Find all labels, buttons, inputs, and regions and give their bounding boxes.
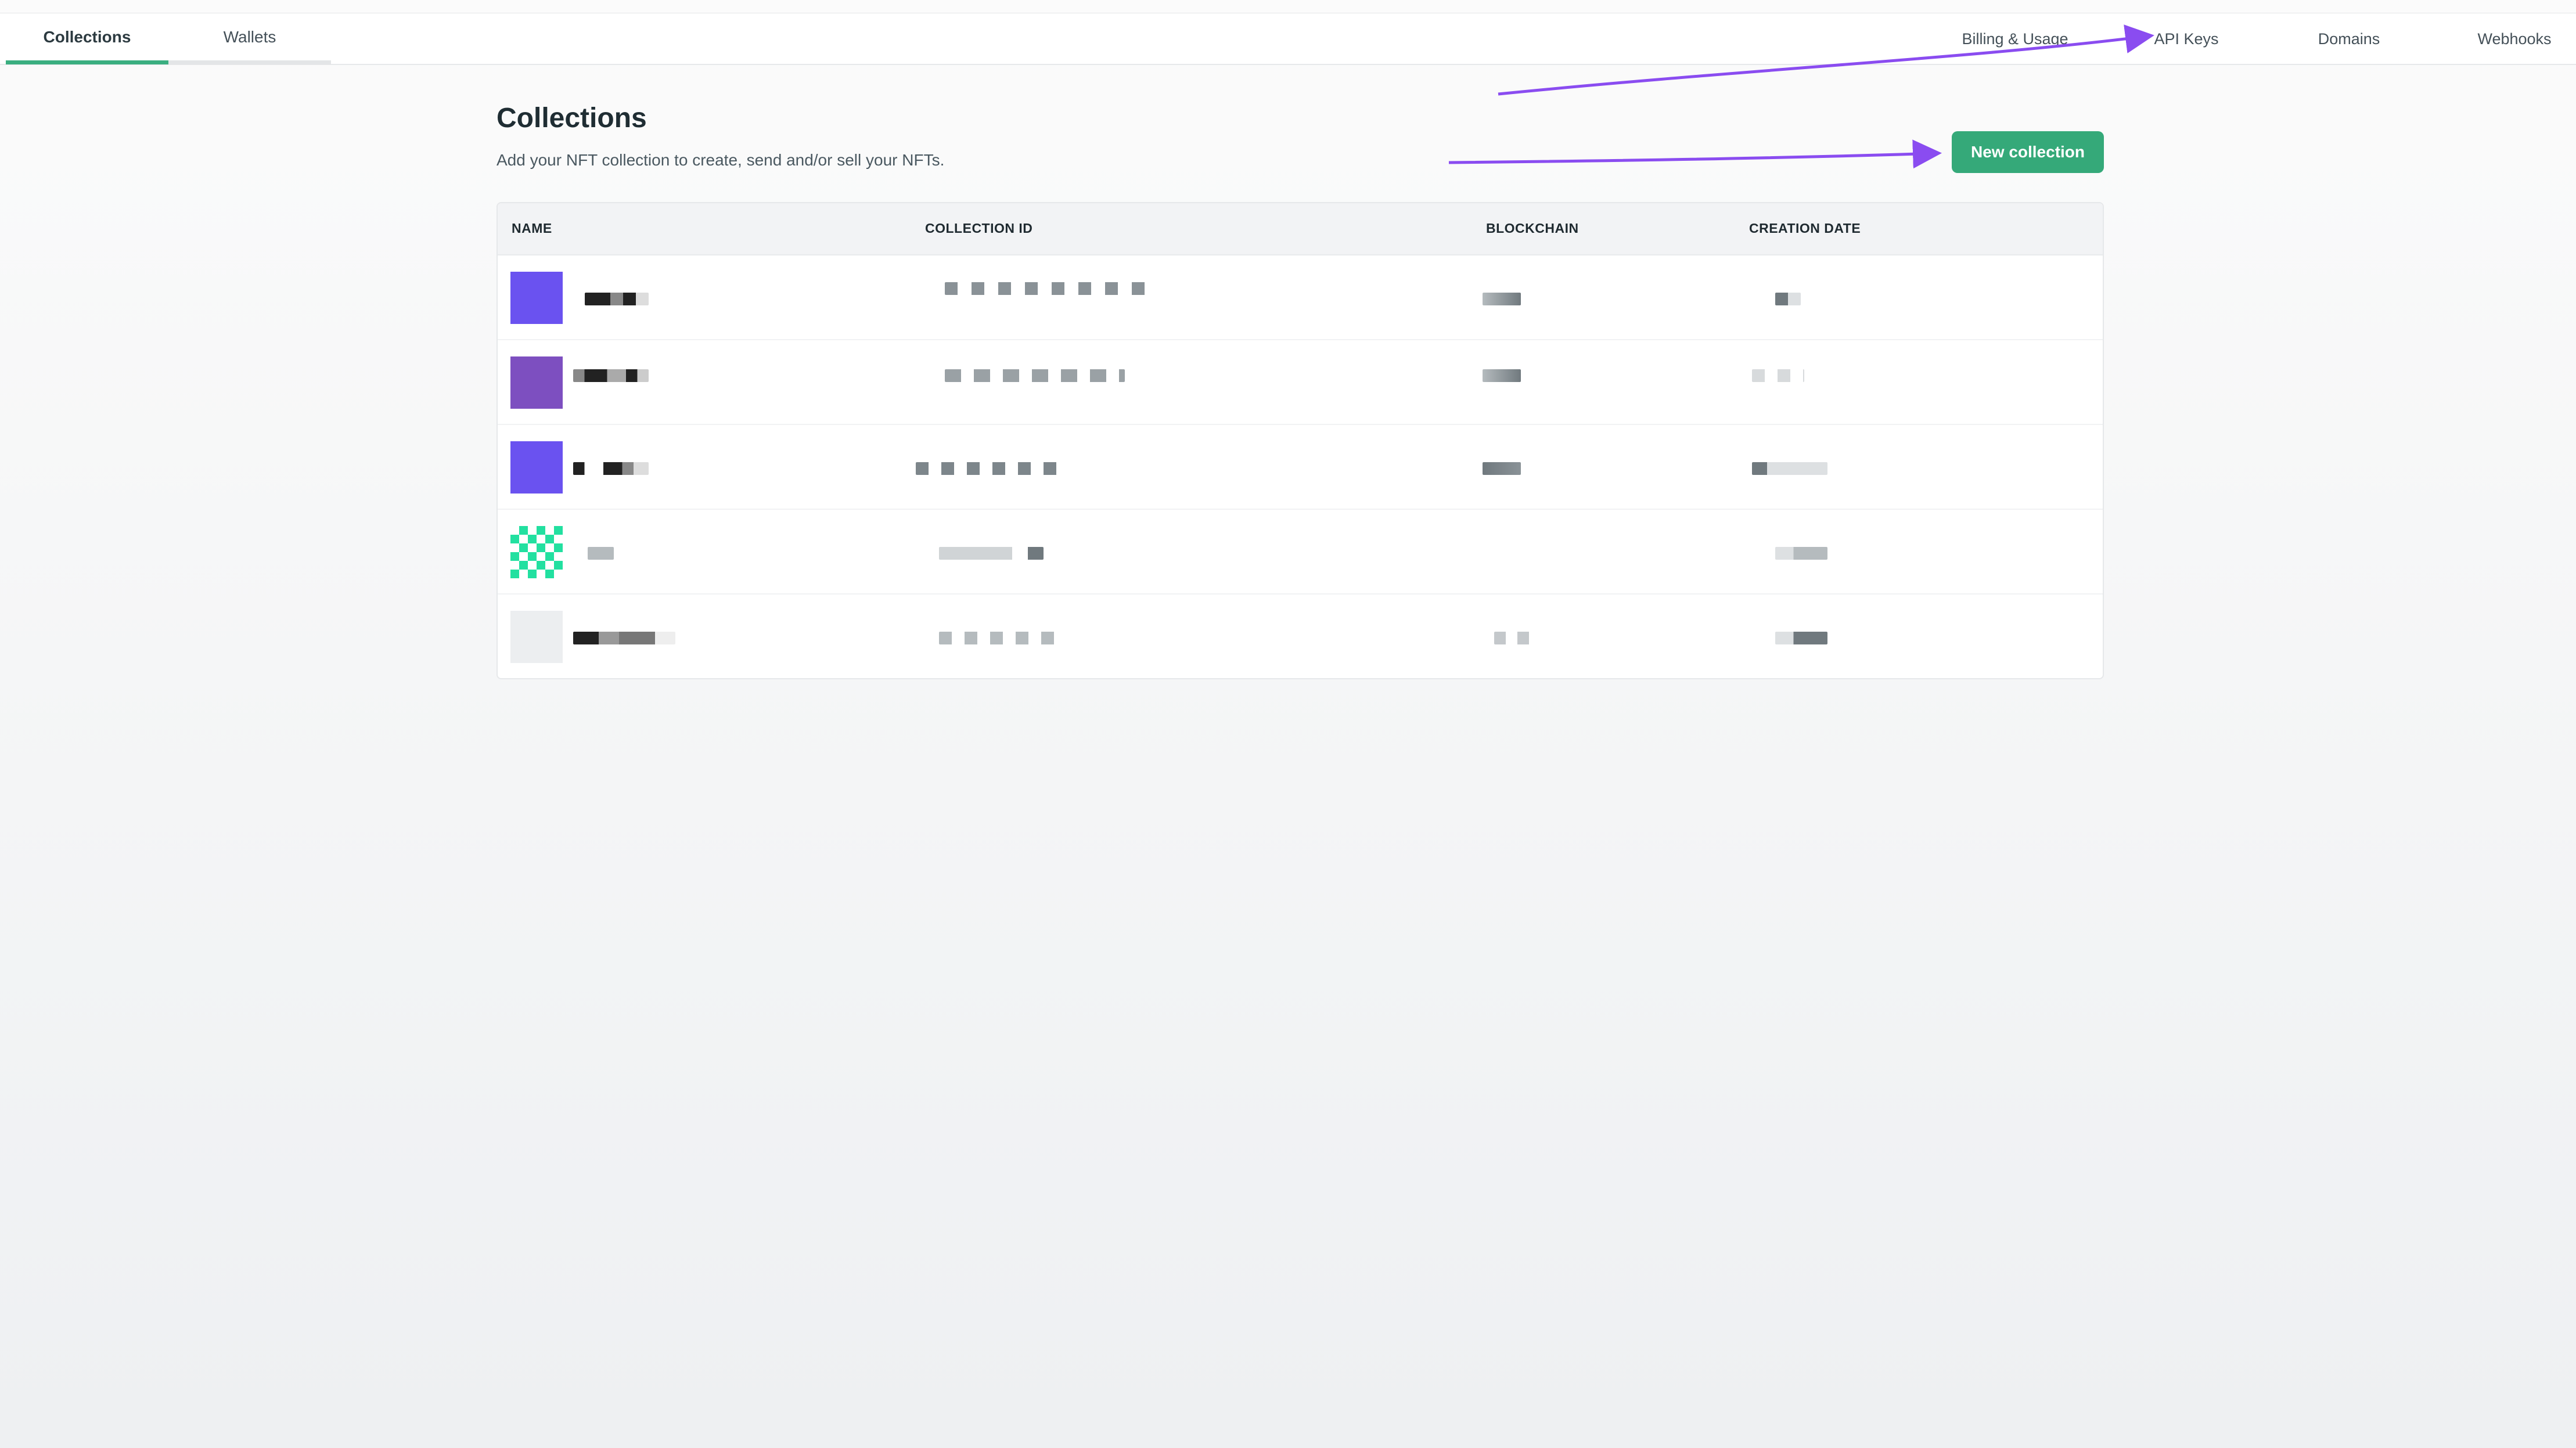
- blockchain-redacted: [1483, 369, 1521, 382]
- table-row[interactable]: [498, 510, 2103, 595]
- collection-thumbnail: [510, 356, 563, 409]
- table-row[interactable]: [498, 255, 2103, 340]
- collection-name-redacted: [573, 369, 649, 382]
- page-title: Collections: [497, 103, 647, 134]
- collection-name-redacted: [573, 632, 675, 644]
- collection-id-redacted: [916, 462, 1061, 475]
- collection-name-redacted: [573, 462, 649, 475]
- creation-date-redacted: [1752, 369, 1804, 382]
- blockchain-redacted: [1483, 462, 1521, 475]
- column-header-collection-id[interactable]: COLLECTION ID: [925, 221, 1032, 236]
- table-row[interactable]: [498, 425, 2103, 510]
- collection-id-redacted: [939, 547, 1044, 560]
- nav-billing-usage[interactable]: Billing & Usage: [1934, 13, 2096, 64]
- creation-date-redacted: [1775, 632, 1827, 644]
- top-navigation: Collections Wallets Billing & Usage API …: [0, 13, 2576, 65]
- creation-date-redacted: [1775, 293, 1801, 305]
- annotation-arrow-to-new-collection: [1448, 139, 1942, 169]
- blockchain-redacted: [1494, 632, 1532, 644]
- collection-id-redacted: [945, 282, 1154, 295]
- column-header-name[interactable]: NAME: [512, 221, 552, 236]
- collection-thumbnail: [510, 441, 563, 494]
- tab-wallets[interactable]: Wallets: [168, 13, 331, 64]
- column-header-creation-date[interactable]: CREATION DATE: [1749, 221, 1861, 236]
- collection-name-redacted: [585, 293, 649, 305]
- table-row[interactable]: [498, 595, 2103, 678]
- blockchain-redacted: [1483, 293, 1521, 305]
- tab-collections[interactable]: Collections: [6, 13, 168, 64]
- creation-date-redacted: [1775, 547, 1827, 560]
- collection-id-redacted: [945, 369, 1125, 382]
- collection-thumbnail: [510, 526, 563, 578]
- table-header: NAME COLLECTION ID BLOCKCHAIN CREATION D…: [498, 203, 2103, 255]
- collections-table: NAME COLLECTION ID BLOCKCHAIN CREATION D…: [497, 202, 2104, 679]
- new-collection-button[interactable]: New collection: [1952, 131, 2104, 173]
- column-header-blockchain[interactable]: BLOCKCHAIN: [1486, 221, 1579, 236]
- collection-thumbnail: [510, 611, 563, 663]
- table-row[interactable]: [498, 340, 2103, 425]
- collection-thumbnail: [510, 272, 563, 324]
- collection-name-redacted: [588, 547, 614, 560]
- nav-domains[interactable]: Domains: [2268, 13, 2430, 64]
- nav-webhooks[interactable]: Webhooks: [2433, 13, 2576, 64]
- page-subtitle: Add your NFT collection to create, send …: [497, 151, 945, 169]
- nav-api-keys[interactable]: API Keys: [2105, 13, 2268, 64]
- creation-date-redacted: [1752, 462, 1827, 475]
- collection-id-redacted: [939, 632, 1067, 644]
